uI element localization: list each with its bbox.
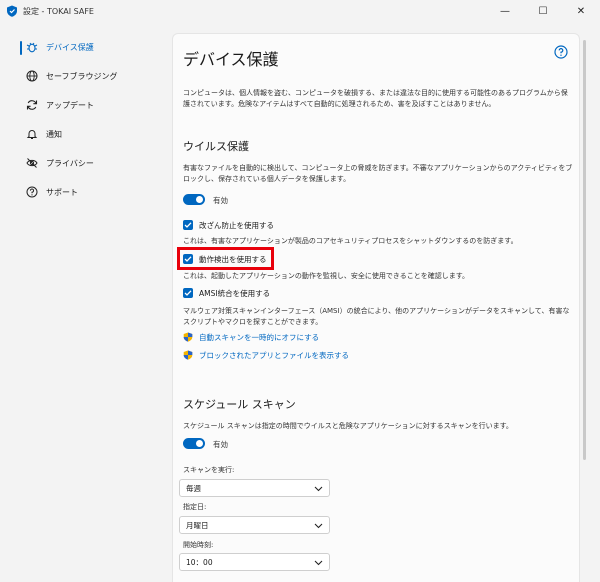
sidebar-item-label: デバイス保護 bbox=[46, 42, 94, 52]
scrollbar[interactable] bbox=[583, 40, 586, 460]
scan-frequency-select[interactable]: 毎週 bbox=[179, 479, 330, 497]
virus-protection-toggle-label: 有効 bbox=[213, 196, 228, 205]
sidebar: デバイス保護 セーフブラウジング アップデート 通知 プライバシー サポート bbox=[0, 22, 158, 582]
bug-icon bbox=[26, 42, 38, 53]
scan-time-label: 開始時刻: bbox=[183, 541, 214, 549]
tamper-protection-label: 改ざん防止を使用する bbox=[199, 221, 274, 230]
scheduled-scan-toggle-label: 有効 bbox=[213, 440, 228, 449]
page-title: デバイス保護 bbox=[183, 50, 279, 69]
globe-icon bbox=[26, 70, 38, 82]
scan-day-value: 月曜日 bbox=[186, 520, 209, 530]
help-icon bbox=[26, 186, 38, 198]
sidebar-item-support[interactable]: サポート bbox=[0, 178, 158, 206]
chevron-down-icon bbox=[314, 523, 323, 529]
window-title: 設定 - TOKAI SAFE bbox=[23, 6, 94, 16]
show-blocked-items-link[interactable]: ブロックされたアプリとファイルを表示する bbox=[199, 350, 349, 361]
sidebar-item-device-protection[interactable]: デバイス保護 bbox=[0, 33, 158, 61]
help-circle-icon[interactable] bbox=[554, 45, 568, 59]
sidebar-item-notifications[interactable]: 通知 bbox=[0, 120, 158, 148]
window-controls: — ☐ ✕ bbox=[486, 0, 600, 22]
sidebar-item-update[interactable]: アップデート bbox=[0, 91, 158, 119]
intro-text: コンピュータは、個人情報を盗む、コンピュータを破損する、または違法な目的に使用す… bbox=[183, 89, 568, 108]
scan-time-select[interactable]: 10：00 bbox=[179, 553, 330, 571]
admin-shield-icon bbox=[183, 332, 193, 342]
title-bar: 設定 - TOKAI SAFE — ☐ ✕ bbox=[0, 0, 600, 22]
scan-frequency-label: スキャンを実行: bbox=[183, 466, 235, 474]
scan-frequency-value: 毎週 bbox=[186, 483, 201, 493]
scheduled-scan-desc: スケジュール スキャンは指定の時間でウイルスと危険なアプリケーションに対するスキ… bbox=[183, 422, 513, 430]
sidebar-item-safe-browsing[interactable]: セーフブラウジング bbox=[0, 62, 158, 90]
sidebar-item-privacy[interactable]: プライバシー bbox=[0, 149, 158, 177]
scan-day-label: 指定日: bbox=[183, 503, 207, 511]
virus-protection-toggle[interactable] bbox=[183, 194, 205, 205]
minimize-button[interactable]: — bbox=[486, 0, 524, 22]
sidebar-item-label: セーフブラウジング bbox=[46, 71, 118, 81]
eye-off-icon bbox=[26, 158, 38, 168]
close-button[interactable]: ✕ bbox=[562, 0, 600, 22]
amsi-integration-label: AMSI統合を使用する bbox=[199, 289, 271, 298]
refresh-icon bbox=[26, 100, 38, 110]
active-indicator bbox=[20, 41, 22, 55]
sidebar-item-label: プライバシー bbox=[46, 158, 94, 168]
tamper-protection-desc: これは、有害なアプリケーションが製品のコアセキュリティプロセスをシャットダウンす… bbox=[183, 237, 518, 245]
scan-day-select[interactable]: 月曜日 bbox=[179, 516, 330, 534]
sidebar-item-label: サポート bbox=[46, 187, 78, 197]
tamper-protection-checkbox[interactable] bbox=[183, 220, 193, 230]
scheduled-scan-toggle[interactable] bbox=[183, 438, 205, 449]
main-panel: デバイス保護 コンピュータは、個人情報を盗む、コンピュータを破損する、または違法… bbox=[172, 33, 580, 582]
admin-shield-icon bbox=[183, 350, 193, 360]
amsi-integration-desc: マルウェア対策スキャンインターフェース（AMSI）の統合により、他のアプリケーシ… bbox=[183, 307, 570, 326]
virus-protection-desc: 有害なファイルを自動的に検出して、コンピュータ上の脅威を防ぎます。不審なアプリケ… bbox=[183, 164, 573, 183]
maximize-button[interactable]: ☐ bbox=[524, 0, 562, 22]
bell-icon bbox=[26, 130, 38, 139]
checkmark-icon bbox=[184, 290, 192, 296]
chevron-down-icon bbox=[314, 486, 323, 492]
behavior-detection-desc: これは、起動したアプリケーションの動作を監視し、安全に使用できることを確認します… bbox=[183, 272, 470, 280]
pause-autoscan-link[interactable]: 自動スキャンを一時的にオフにする bbox=[199, 332, 319, 343]
checkmark-icon bbox=[184, 222, 192, 228]
virus-protection-title: ウイルス保護 bbox=[183, 140, 249, 153]
sidebar-item-label: 通知 bbox=[46, 129, 62, 139]
scheduled-scan-title: スケジュール スキャン bbox=[183, 398, 296, 411]
chevron-down-icon bbox=[314, 560, 323, 566]
amsi-integration-checkbox[interactable] bbox=[183, 288, 193, 298]
sidebar-item-label: アップデート bbox=[46, 100, 94, 110]
shield-logo-icon bbox=[7, 5, 17, 17]
highlight-box bbox=[177, 247, 274, 270]
scan-time-value: 10：00 bbox=[186, 557, 213, 567]
